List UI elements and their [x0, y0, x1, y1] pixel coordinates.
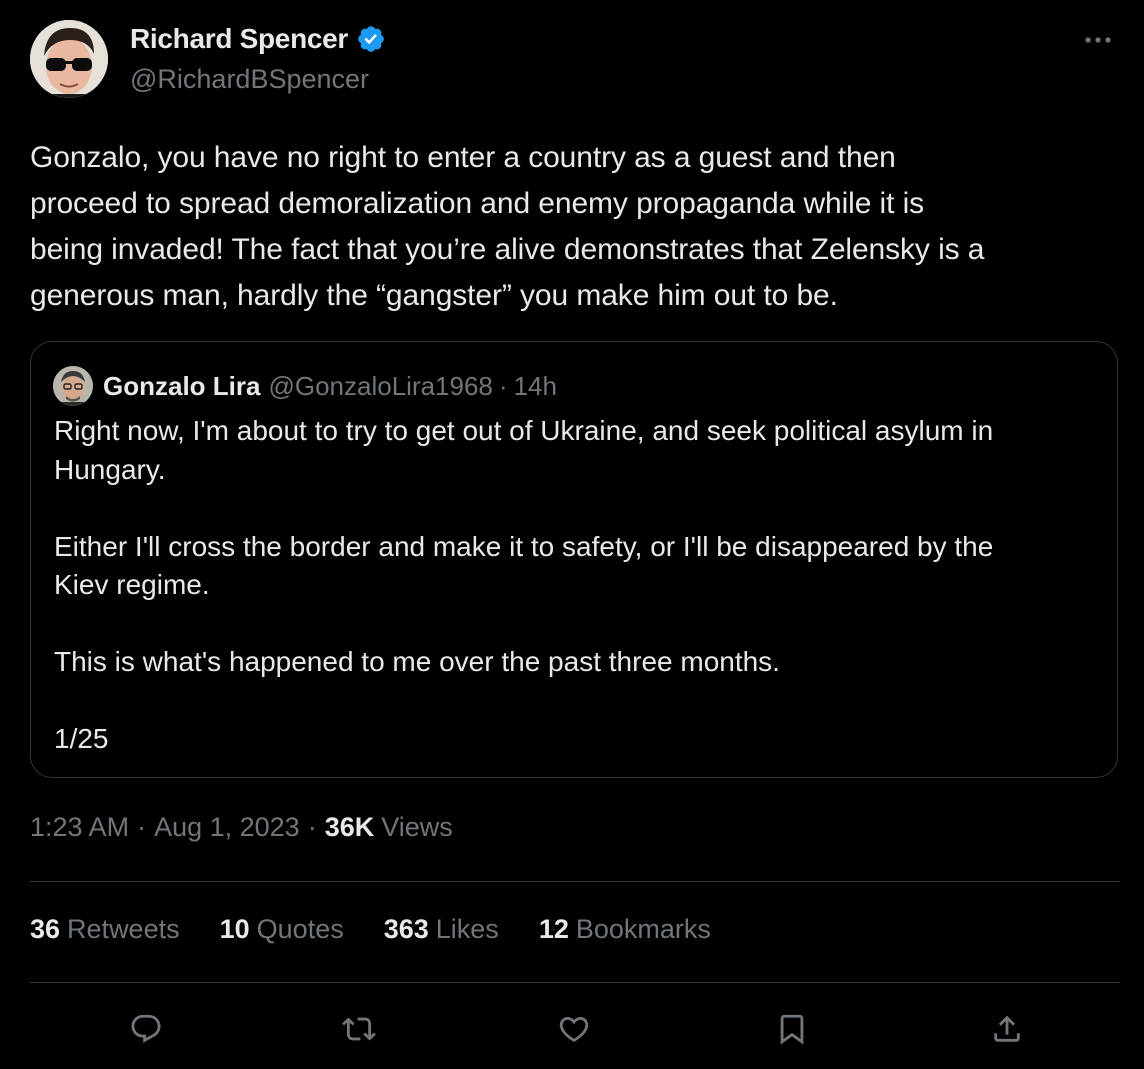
author-avatar-image [30, 20, 108, 98]
quoted-author-avatar-image [53, 366, 93, 406]
author-avatar[interactable] [30, 20, 108, 98]
quoted-author-name[interactable]: Gonzalo Lira [103, 371, 260, 402]
retweets-label: Retweets [67, 914, 180, 944]
bookmark-icon [780, 1014, 804, 1045]
views-label: Views [381, 812, 453, 842]
tweet-date[interactable]: Aug 1, 2023 [154, 812, 300, 843]
reply-icon [131, 1014, 161, 1043]
likes-stat[interactable]: 363 Likes [384, 914, 499, 945]
quoted-tweet-card[interactable]: Gonzalo Lira @GonzaloLira1968 · 14h Righ… [30, 341, 1118, 778]
more-options-icon [1085, 37, 1111, 43]
like-icon [559, 1016, 589, 1042]
retweet-icon [342, 1017, 376, 1041]
quoted-tweet-time[interactable]: 14h [514, 371, 557, 402]
reply-button[interactable] [121, 1004, 171, 1054]
views-count: 36K [324, 812, 375, 842]
quoted-tweet-header: Gonzalo Lira @GonzaloLira1968 · 14h [53, 366, 557, 406]
likes-label: Likes [435, 914, 499, 944]
likes-count: 363 [383, 914, 429, 944]
author-name-row: Richard Spencer [130, 23, 386, 55]
like-button[interactable] [549, 1004, 599, 1054]
divider [30, 982, 1120, 983]
meta-separator: · [307, 812, 317, 842]
engagement-stats: 36 Retweets 10 Quotes 363 Likes 12 Bookmarks [30, 914, 751, 945]
bookmark-button[interactable] [767, 1004, 817, 1054]
author-handle[interactable]: @RichardBSpencer [130, 64, 369, 95]
bookmarks-stat[interactable]: 12 Bookmarks [539, 914, 711, 945]
quoted-tweet-text: Right now, I'm about to try to get out o… [54, 415, 994, 754]
verified-badge-icon[interactable] [356, 24, 386, 54]
tweet-meta: 1:23 AM · Aug 1, 2023 · 36K Views [30, 812, 453, 843]
quotes-count: 10 [219, 914, 250, 944]
tweet-time[interactable]: 1:23 AM [30, 812, 129, 843]
quoted-separator: · [498, 370, 508, 401]
retweets-count: 36 [30, 914, 61, 944]
tweet-header: Richard Spencer @RichardBSpencer [30, 20, 1120, 100]
bookmarks-count: 12 [538, 914, 569, 944]
bookmarks-label: Bookmarks [575, 914, 711, 944]
action-bar [0, 1004, 1144, 1054]
quotes-stat[interactable]: 10 Quotes [220, 914, 344, 945]
quoted-author-avatar[interactable] [53, 366, 93, 406]
retweets-stat[interactable]: 36 Retweets [30, 914, 180, 945]
retweet-button[interactable] [334, 1004, 384, 1054]
tweet-text: Gonzalo, you have no right to enter a co… [30, 141, 985, 312]
quoted-author-handle[interactable]: @GonzaloLira1968 [268, 371, 492, 402]
divider [30, 881, 1120, 882]
meta-separator: · [137, 812, 147, 842]
more-options-button[interactable] [1082, 28, 1118, 52]
share-icon [994, 1015, 1020, 1042]
author-name[interactable]: Richard Spencer [130, 23, 348, 55]
quotes-label: Quotes [256, 914, 344, 944]
share-button[interactable] [982, 1004, 1032, 1054]
